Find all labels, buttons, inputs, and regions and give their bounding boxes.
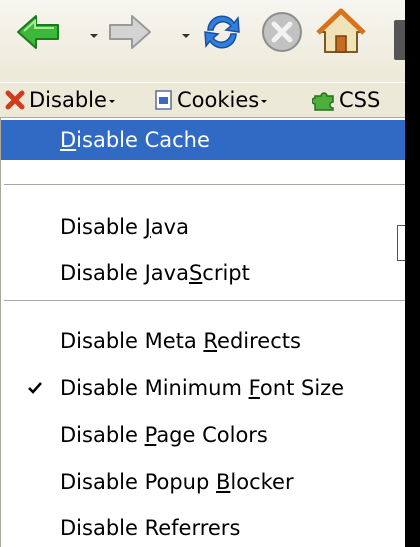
menu-separator — [4, 300, 405, 301]
back-dropdown-icon[interactable] — [90, 34, 98, 38]
disable-dropdown-icon — [108, 99, 115, 103]
menu-item-label: Disable Referrers — [60, 516, 241, 540]
menu-item-disable-referrers[interactable]: Disable Referrers — [1, 508, 405, 547]
menu-item-disable-meta-redirects[interactable]: Disable Meta Redirects — [1, 321, 405, 361]
menu-item-label: Disable Java — [60, 215, 189, 239]
menu-separator — [4, 184, 405, 185]
forward-dropdown-icon[interactable] — [182, 34, 190, 38]
page-content-edge — [397, 225, 405, 261]
menu-item-label: Disable Minimum Font Size — [60, 376, 345, 400]
disable-menu-button[interactable]: Disable — [4, 83, 115, 117]
forward-arrow-icon — [109, 15, 151, 49]
cookies-dropdown-icon — [261, 99, 268, 103]
menu-item-disable-minimum-font-size[interactable]: Disable Minimum Font Size — [1, 368, 405, 408]
forward-button[interactable] — [106, 8, 154, 60]
menu-item-label: Disable Page Colors — [60, 423, 268, 447]
home-button[interactable] — [316, 8, 366, 60]
css-menu-label: CSS — [339, 88, 381, 112]
menu-item-disable-java[interactable]: Disable Java — [1, 207, 405, 247]
menu-item-label: Disable Popup Blocker — [60, 470, 294, 494]
checkmark-icon — [27, 377, 43, 401]
menu-item-disable-popup-blocker[interactable]: Disable Popup Blocker — [1, 462, 405, 502]
menu-item-label: Disable Meta Redirects — [60, 329, 301, 353]
window-edge — [405, 0, 420, 547]
back-button[interactable] — [14, 8, 62, 60]
reload-icon — [204, 15, 240, 49]
menu-item-disable-javascript[interactable]: Disable JavaScript — [1, 253, 405, 293]
reload-button[interactable] — [198, 8, 246, 60]
menu-item-label: Disable Cache — [60, 128, 210, 152]
web-developer-toolbar: Disable Cookies CSS — [0, 82, 405, 118]
menu-item-label: Disable JavaScript — [60, 261, 250, 285]
cookies-menu-label: Cookies — [177, 88, 260, 112]
home-icon — [316, 8, 366, 53]
disable-menu-label: Disable — [29, 88, 107, 112]
menu-item-disable-cache[interactable]: Disable Cache — [1, 120, 405, 160]
menu-item-disable-page-colors[interactable]: Disable Page Colors — [1, 415, 405, 455]
stop-button[interactable] — [258, 8, 306, 60]
stop-icon — [262, 12, 302, 52]
disable-dropdown-menu: Disable Cache Disable Java Disable JavaS… — [0, 118, 405, 547]
css-menu-button[interactable]: CSS — [312, 83, 380, 117]
toolbar-edge-icon — [394, 20, 405, 60]
navigation-toolbar — [0, 0, 405, 82]
back-arrow-icon — [17, 15, 59, 49]
red-x-icon — [5, 90, 25, 110]
css-puzzle-icon — [312, 92, 334, 111]
cookies-menu-button[interactable]: Cookies — [154, 83, 268, 117]
cookies-document-icon — [155, 90, 172, 110]
